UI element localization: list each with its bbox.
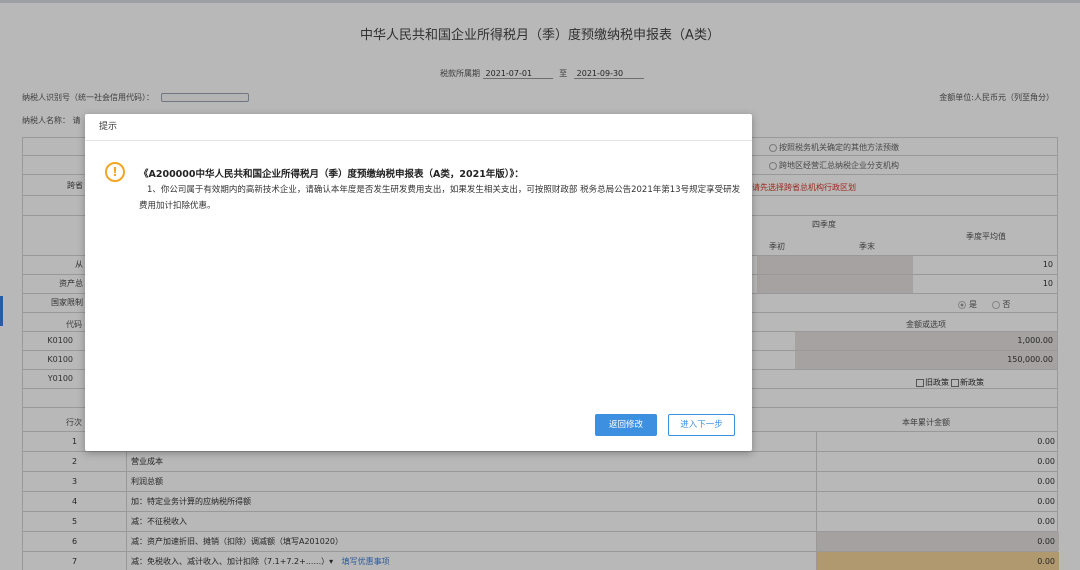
next-step-button[interactable]: 进入下一步 [668,414,735,436]
return-modify-button[interactable]: 返回修改 [595,414,657,436]
dialog-title: 提示 [85,114,752,141]
prompt-dialog: 提示 ! 《A200000中华人民共和国企业所得税月（季）度预缴纳税申报表（A类… [85,114,752,451]
exclamation-icon: ! [105,162,125,182]
dialog-heading: 《A200000中华人民共和国企业所得税月（季）度预缴纳税申报表（A类，2021… [139,169,524,180]
dialog-message: 1、你公司属于有效期内的高新技术企业，请确认本年度是否发生研发费用支出，如果发生… [139,185,741,211]
